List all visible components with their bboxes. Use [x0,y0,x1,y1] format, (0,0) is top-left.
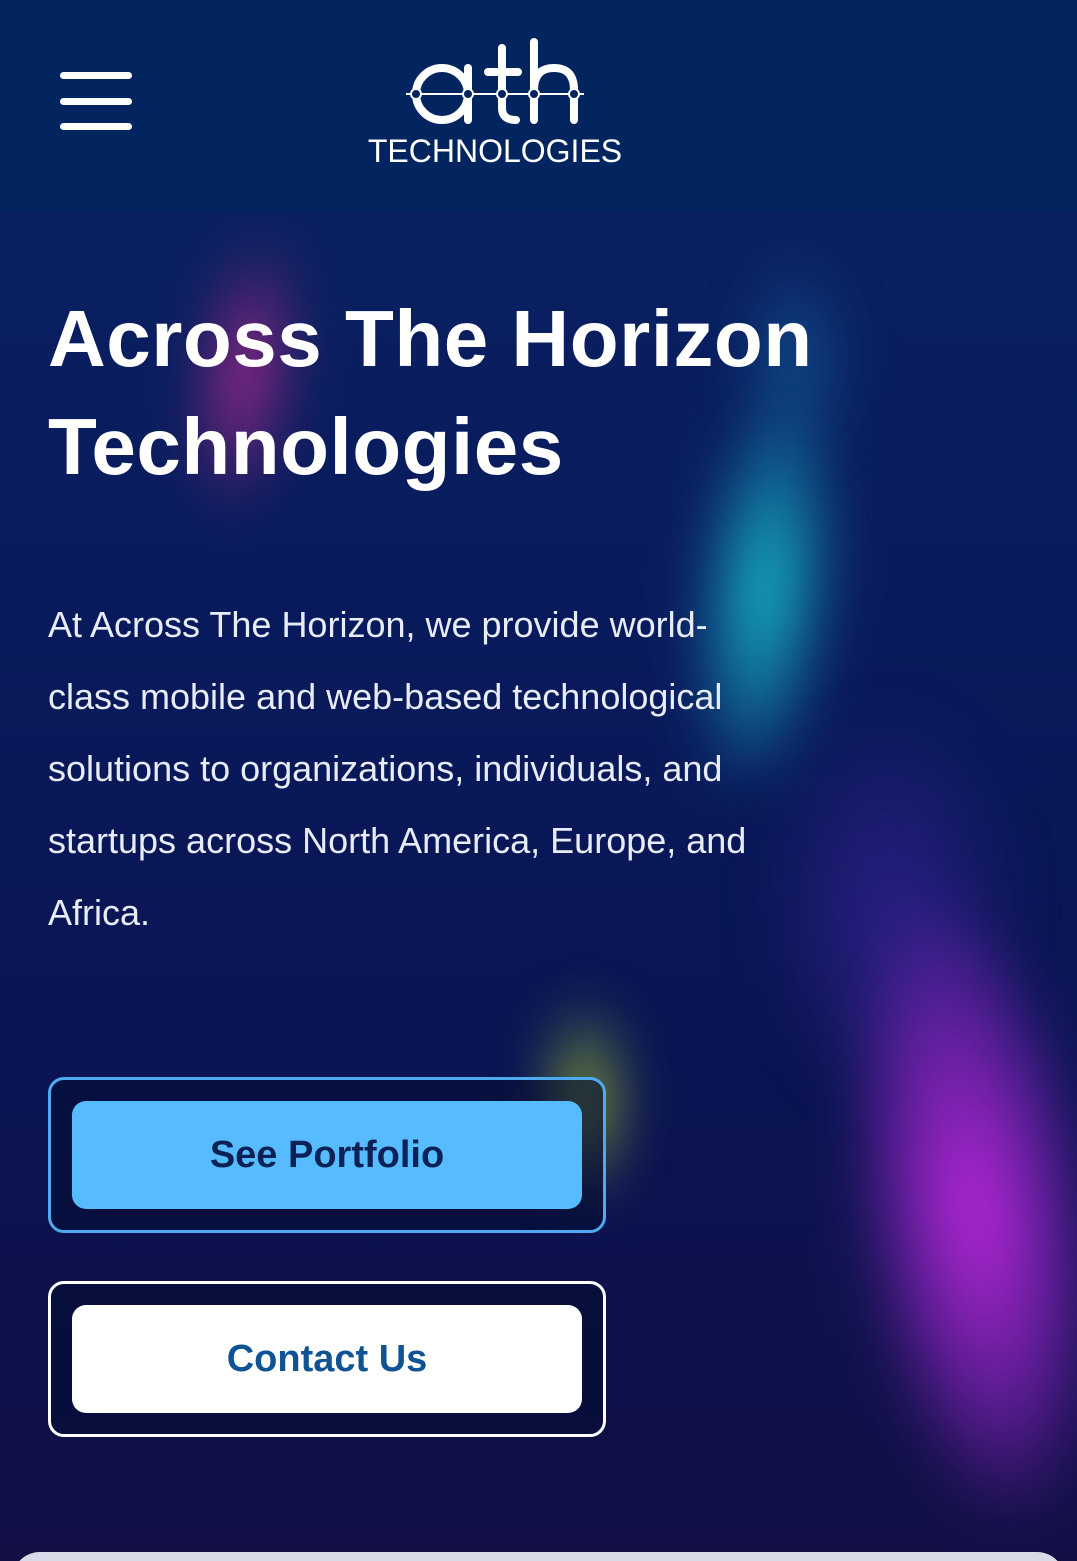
top-navigation-bar: ath TECHNOLOGIES [0,0,1077,212]
menu-line [60,98,132,105]
page: ath TECHNOLOGIES Across The Horizon Tech… [0,0,1077,1561]
ath-logo-mark: ath [406,38,584,124]
see-portfolio-button-frame: See Portfolio [48,1077,606,1233]
decorative-glow-purple [817,887,1077,1533]
logo-subtitle: TECHNOLOGIES [367,133,623,169]
hero-title: Across The Horizon Technologies [48,285,1028,501]
hero-section: Across The Horizon Technologies At Acros… [48,285,1028,949]
hero-title-line2: Technologies [48,402,564,491]
contact-us-button-frame: Contact Us [48,1281,606,1437]
hamburger-menu-icon[interactable] [60,72,132,130]
menu-line [60,123,132,130]
contact-us-button[interactable]: Contact Us [72,1305,582,1413]
menu-line [60,72,132,79]
svg-text:ath: ath [406,38,408,39]
hero-description: At Across The Horizon, we provide world-… [48,604,747,933]
next-section-card-edge [12,1552,1065,1561]
see-portfolio-button[interactable]: See Portfolio [72,1101,582,1209]
hero-title-line1: Across The Horizon [48,294,813,383]
company-logo[interactable]: ath TECHNOLOGIES [350,38,640,173]
